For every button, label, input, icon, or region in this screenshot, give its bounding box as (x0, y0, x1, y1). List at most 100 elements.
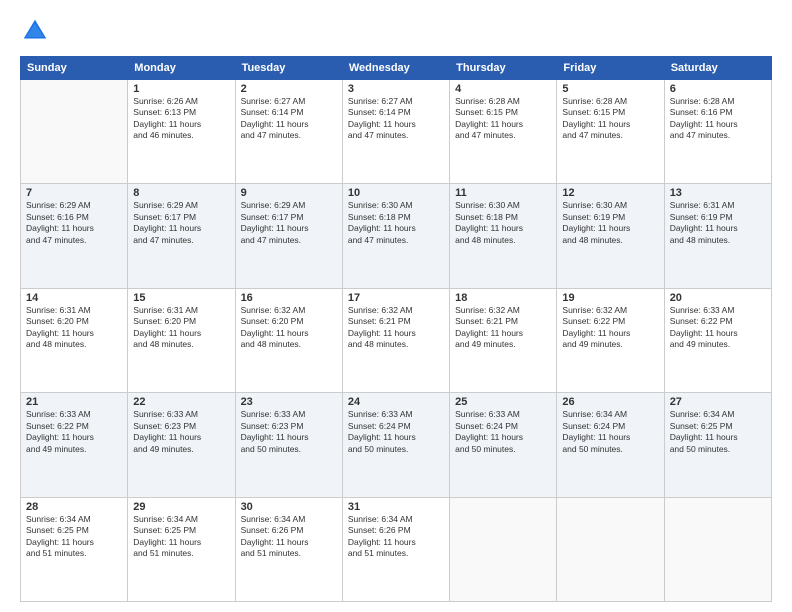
cell-data: Sunrise: 6:32 AM Sunset: 6:21 PM Dayligh… (455, 305, 551, 351)
day-number: 30 (241, 501, 337, 513)
day-number: 12 (562, 187, 658, 199)
logo (20, 16, 54, 46)
cell-data: Sunrise: 6:31 AM Sunset: 6:19 PM Dayligh… (670, 200, 766, 246)
day-number: 29 (133, 501, 229, 513)
day-number: 21 (26, 396, 122, 408)
day-number: 10 (348, 187, 444, 199)
cell-data: Sunrise: 6:28 AM Sunset: 6:15 PM Dayligh… (455, 96, 551, 142)
calendar-cell: 15Sunrise: 6:31 AM Sunset: 6:20 PM Dayli… (128, 288, 235, 392)
day-number: 31 (348, 501, 444, 513)
cell-data: Sunrise: 6:33 AM Sunset: 6:24 PM Dayligh… (455, 409, 551, 455)
calendar-cell: 25Sunrise: 6:33 AM Sunset: 6:24 PM Dayli… (450, 393, 557, 497)
calendar-cell: 20Sunrise: 6:33 AM Sunset: 6:22 PM Dayli… (664, 288, 771, 392)
calendar-cell: 29Sunrise: 6:34 AM Sunset: 6:25 PM Dayli… (128, 497, 235, 601)
day-number: 4 (455, 83, 551, 95)
day-number: 7 (26, 187, 122, 199)
calendar-cell: 5Sunrise: 6:28 AM Sunset: 6:15 PM Daylig… (557, 80, 664, 184)
cell-data: Sunrise: 6:28 AM Sunset: 6:16 PM Dayligh… (670, 96, 766, 142)
weekday-tuesday: Tuesday (235, 57, 342, 80)
day-number: 13 (670, 187, 766, 199)
page: SundayMondayTuesdayWednesdayThursdayFrid… (0, 0, 792, 612)
calendar-cell: 13Sunrise: 6:31 AM Sunset: 6:19 PM Dayli… (664, 184, 771, 288)
day-number: 28 (26, 501, 122, 513)
cell-data: Sunrise: 6:29 AM Sunset: 6:17 PM Dayligh… (133, 200, 229, 246)
cell-data: Sunrise: 6:34 AM Sunset: 6:25 PM Dayligh… (133, 514, 229, 560)
calendar-cell: 19Sunrise: 6:32 AM Sunset: 6:22 PM Dayli… (557, 288, 664, 392)
day-number: 20 (670, 292, 766, 304)
calendar-cell: 8Sunrise: 6:29 AM Sunset: 6:17 PM Daylig… (128, 184, 235, 288)
weekday-saturday: Saturday (664, 57, 771, 80)
day-number: 27 (670, 396, 766, 408)
cell-data: Sunrise: 6:29 AM Sunset: 6:16 PM Dayligh… (26, 200, 122, 246)
calendar-cell: 1Sunrise: 6:26 AM Sunset: 6:13 PM Daylig… (128, 80, 235, 184)
cell-data: Sunrise: 6:34 AM Sunset: 6:25 PM Dayligh… (670, 409, 766, 455)
day-number: 2 (241, 83, 337, 95)
calendar-cell: 7Sunrise: 6:29 AM Sunset: 6:16 PM Daylig… (21, 184, 128, 288)
cell-data: Sunrise: 6:33 AM Sunset: 6:24 PM Dayligh… (348, 409, 444, 455)
cell-data: Sunrise: 6:34 AM Sunset: 6:26 PM Dayligh… (348, 514, 444, 560)
calendar-cell: 24Sunrise: 6:33 AM Sunset: 6:24 PM Dayli… (342, 393, 449, 497)
calendar-cell: 12Sunrise: 6:30 AM Sunset: 6:19 PM Dayli… (557, 184, 664, 288)
calendar-cell (21, 80, 128, 184)
day-number: 19 (562, 292, 658, 304)
cell-data: Sunrise: 6:33 AM Sunset: 6:22 PM Dayligh… (26, 409, 122, 455)
calendar-cell: 10Sunrise: 6:30 AM Sunset: 6:18 PM Dayli… (342, 184, 449, 288)
cell-data: Sunrise: 6:34 AM Sunset: 6:24 PM Dayligh… (562, 409, 658, 455)
logo-icon (20, 16, 50, 46)
cell-data: Sunrise: 6:34 AM Sunset: 6:25 PM Dayligh… (26, 514, 122, 560)
weekday-wednesday: Wednesday (342, 57, 449, 80)
cell-data: Sunrise: 6:30 AM Sunset: 6:18 PM Dayligh… (455, 200, 551, 246)
week-row-5: 28Sunrise: 6:34 AM Sunset: 6:25 PM Dayli… (21, 497, 772, 601)
day-number: 8 (133, 187, 229, 199)
day-number: 17 (348, 292, 444, 304)
calendar-cell: 22Sunrise: 6:33 AM Sunset: 6:23 PM Dayli… (128, 393, 235, 497)
cell-data: Sunrise: 6:27 AM Sunset: 6:14 PM Dayligh… (241, 96, 337, 142)
cell-data: Sunrise: 6:31 AM Sunset: 6:20 PM Dayligh… (26, 305, 122, 351)
calendar-cell: 9Sunrise: 6:29 AM Sunset: 6:17 PM Daylig… (235, 184, 342, 288)
day-number: 24 (348, 396, 444, 408)
day-number: 9 (241, 187, 337, 199)
day-number: 22 (133, 396, 229, 408)
calendar-cell: 4Sunrise: 6:28 AM Sunset: 6:15 PM Daylig… (450, 80, 557, 184)
calendar-cell: 21Sunrise: 6:33 AM Sunset: 6:22 PM Dayli… (21, 393, 128, 497)
calendar-cell: 16Sunrise: 6:32 AM Sunset: 6:20 PM Dayli… (235, 288, 342, 392)
calendar-cell (664, 497, 771, 601)
header (20, 16, 772, 46)
cell-data: Sunrise: 6:28 AM Sunset: 6:15 PM Dayligh… (562, 96, 658, 142)
calendar-cell: 26Sunrise: 6:34 AM Sunset: 6:24 PM Dayli… (557, 393, 664, 497)
cell-data: Sunrise: 6:26 AM Sunset: 6:13 PM Dayligh… (133, 96, 229, 142)
day-number: 14 (26, 292, 122, 304)
calendar-cell: 11Sunrise: 6:30 AM Sunset: 6:18 PM Dayli… (450, 184, 557, 288)
calendar-cell (450, 497, 557, 601)
calendar-cell: 23Sunrise: 6:33 AM Sunset: 6:23 PM Dayli… (235, 393, 342, 497)
calendar-cell: 28Sunrise: 6:34 AM Sunset: 6:25 PM Dayli… (21, 497, 128, 601)
week-row-4: 21Sunrise: 6:33 AM Sunset: 6:22 PM Dayli… (21, 393, 772, 497)
day-number: 26 (562, 396, 658, 408)
day-number: 11 (455, 187, 551, 199)
cell-data: Sunrise: 6:29 AM Sunset: 6:17 PM Dayligh… (241, 200, 337, 246)
calendar-cell: 14Sunrise: 6:31 AM Sunset: 6:20 PM Dayli… (21, 288, 128, 392)
day-number: 5 (562, 83, 658, 95)
cell-data: Sunrise: 6:32 AM Sunset: 6:22 PM Dayligh… (562, 305, 658, 351)
calendar-cell: 6Sunrise: 6:28 AM Sunset: 6:16 PM Daylig… (664, 80, 771, 184)
calendar-cell: 30Sunrise: 6:34 AM Sunset: 6:26 PM Dayli… (235, 497, 342, 601)
cell-data: Sunrise: 6:30 AM Sunset: 6:18 PM Dayligh… (348, 200, 444, 246)
weekday-thursday: Thursday (450, 57, 557, 80)
day-number: 3 (348, 83, 444, 95)
cell-data: Sunrise: 6:32 AM Sunset: 6:21 PM Dayligh… (348, 305, 444, 351)
cell-data: Sunrise: 6:33 AM Sunset: 6:23 PM Dayligh… (133, 409, 229, 455)
calendar-cell (557, 497, 664, 601)
calendar-cell: 18Sunrise: 6:32 AM Sunset: 6:21 PM Dayli… (450, 288, 557, 392)
week-row-3: 14Sunrise: 6:31 AM Sunset: 6:20 PM Dayli… (21, 288, 772, 392)
weekday-header-row: SundayMondayTuesdayWednesdayThursdayFrid… (21, 57, 772, 80)
day-number: 1 (133, 83, 229, 95)
week-row-1: 1Sunrise: 6:26 AM Sunset: 6:13 PM Daylig… (21, 80, 772, 184)
day-number: 25 (455, 396, 551, 408)
weekday-friday: Friday (557, 57, 664, 80)
cell-data: Sunrise: 6:27 AM Sunset: 6:14 PM Dayligh… (348, 96, 444, 142)
day-number: 18 (455, 292, 551, 304)
cell-data: Sunrise: 6:30 AM Sunset: 6:19 PM Dayligh… (562, 200, 658, 246)
calendar-cell: 31Sunrise: 6:34 AM Sunset: 6:26 PM Dayli… (342, 497, 449, 601)
calendar-table: SundayMondayTuesdayWednesdayThursdayFrid… (20, 56, 772, 602)
week-row-2: 7Sunrise: 6:29 AM Sunset: 6:16 PM Daylig… (21, 184, 772, 288)
